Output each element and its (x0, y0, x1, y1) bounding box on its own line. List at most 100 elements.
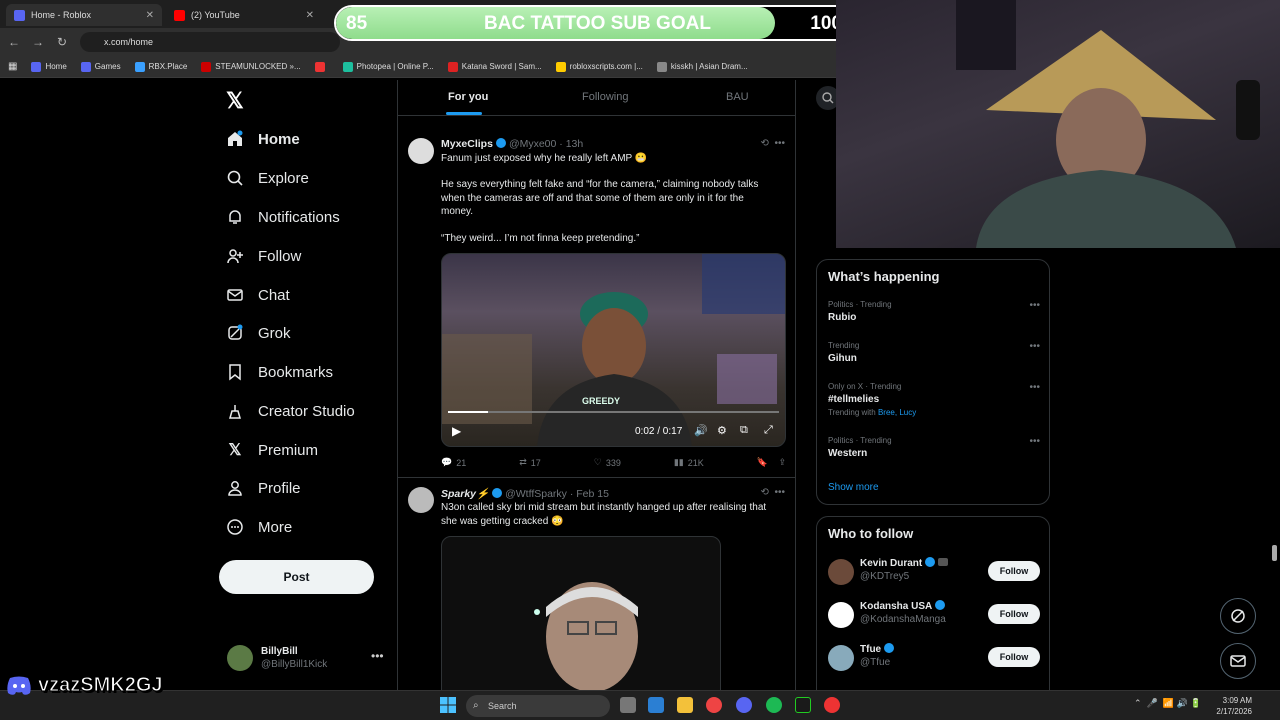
suggestion-name[interactable]: Tfue (860, 644, 881, 655)
follow-suggestion[interactable]: Tfue @Tfue Follow (828, 643, 1040, 673)
avatar[interactable] (828, 645, 854, 671)
nav-home[interactable]: Home (226, 125, 300, 153)
close-tab-icon[interactable]: ✕ (146, 10, 154, 21)
video-scrubber[interactable] (448, 411, 779, 413)
bookmark-item[interactable]: RBX.Place (134, 61, 187, 72)
trend-item[interactable]: Politics · Trending Rubio ••• (828, 300, 1040, 323)
tweet-time[interactable]: Feb 15 (576, 488, 609, 500)
like-button[interactable]: ♡ 339 (594, 457, 621, 468)
clock[interactable]: 3:09 AM 2/17/2026 (1206, 695, 1252, 717)
settings-gear-icon[interactable]: ⚙ (717, 424, 727, 437)
nav-bookmarks[interactable]: Bookmarks (226, 358, 333, 386)
tweet-author-name[interactable]: MyxeClips (441, 138, 493, 150)
forward-icon[interactable]: → (30, 34, 46, 50)
tweet[interactable]: Sparky⚡ @WtffSparky · Feb 15 ⟲ ••• N3on c… (398, 479, 795, 690)
post-button[interactable]: Post (219, 560, 374, 594)
nav-notifications[interactable]: Notifications (226, 203, 340, 231)
tweet-handle[interactable]: @Myxe00 (509, 138, 556, 150)
follow-suggestion[interactable]: Kodansha USA @KodanshaManga Follow (828, 600, 1040, 630)
grok-float-button[interactable] (1220, 598, 1256, 634)
nav-creator-studio[interactable]: Creator Studio (226, 397, 355, 425)
bookmark-item[interactable]: robloxscripts.com |... (555, 61, 643, 72)
nav-premium[interactable]: 𝕏 Premium (226, 436, 318, 464)
messages-float-button[interactable] (1220, 643, 1256, 679)
app-icon[interactable] (795, 697, 811, 713)
bookmark-item[interactable]: kisskh | Asian Dram... (656, 61, 748, 72)
follow-button[interactable]: Follow (988, 561, 1040, 581)
tab-youtube[interactable]: (2) YouTube ✕ (166, 4, 322, 26)
share-icon[interactable]: ⇪ (778, 457, 786, 468)
trend-item[interactable]: Politics · Trending Western ••• (828, 436, 1040, 459)
tab-roblox[interactable]: Home - Roblox ✕ (6, 4, 162, 26)
reload-icon[interactable]: ↻ (54, 34, 70, 50)
spotify-icon[interactable] (766, 697, 782, 713)
follow-button[interactable]: Follow (988, 604, 1040, 624)
more-options-icon[interactable]: ••• (371, 649, 384, 663)
nav-follow[interactable]: Follow (226, 242, 301, 270)
more-options-icon[interactable]: ••• (1029, 300, 1040, 311)
nav-profile[interactable]: Profile (226, 474, 301, 502)
discord-icon[interactable] (736, 697, 752, 713)
trend-item[interactable]: Trending Gihun ••• (828, 341, 1040, 364)
bookmark-item[interactable]: Katana Sword | Sam... (447, 61, 542, 72)
bookmark-item[interactable]: Photopea | Online P... (342, 61, 434, 72)
tweet-time[interactable]: 13h (566, 138, 584, 150)
views-button[interactable]: ▮▮ 21K (674, 457, 704, 468)
taskbar-search[interactable]: ⌕ Search (466, 695, 610, 717)
video-player[interactable] (441, 536, 721, 690)
more-options-icon[interactable]: ••• (774, 138, 785, 149)
nav-more[interactable]: More (226, 513, 292, 541)
trend-with-names[interactable]: Bree, Lucy (878, 408, 916, 417)
trend-item[interactable]: Only on X · Trending #tellmelies Trendin… (828, 382, 1040, 417)
taskview-icon[interactable] (620, 697, 636, 713)
bookmark-item[interactable]: Games (80, 61, 121, 72)
grok-icon[interactable]: ⟲ (761, 487, 769, 498)
page-scrollbar-thumb[interactable] (1272, 545, 1277, 561)
account-switcher[interactable]: BillyBill @BillyBill1Kick ••• (227, 645, 387, 673)
file-explorer-icon[interactable] (677, 697, 693, 713)
follow-suggestion[interactable]: Kevin Durant @KDTrey5 Follow (828, 557, 1040, 587)
tab-bau[interactable]: BAU (726, 91, 749, 103)
avatar[interactable] (408, 138, 434, 164)
tab-following[interactable]: Following (582, 91, 628, 103)
tray-icons[interactable]: ⌃ 🎤 📶 🔊 🔋 (1134, 698, 1201, 709)
tweet[interactable]: MyxeClips @Myxe00 · 13h ⟲ ••• Fanum just … (398, 130, 795, 478)
nav-chat[interactable]: Chat (226, 281, 290, 309)
bookmark-button[interactable]: 🔖 ⇪ (757, 457, 786, 468)
app-icon[interactable] (648, 697, 664, 713)
nav-explore[interactable]: Explore (226, 164, 309, 192)
nav-grok[interactable]: Grok (226, 319, 291, 347)
more-options-icon[interactable]: ••• (774, 487, 785, 498)
repost-button[interactable]: ⇄ 17 (519, 457, 541, 468)
avatar[interactable] (828, 559, 854, 585)
x-logo-icon[interactable]: 𝕏 (226, 88, 244, 114)
tweet-handle[interactable]: @WtffSparky (505, 488, 567, 500)
suggestion-name[interactable]: Kevin Durant (860, 558, 922, 569)
grok-icon[interactable]: ⟲ (761, 138, 769, 149)
apps-grid-icon[interactable]: ▦ (8, 61, 17, 72)
avatar[interactable] (408, 487, 434, 513)
picture-in-picture-icon[interactable]: ⧉ (740, 424, 748, 437)
fullscreen-icon[interactable]: ⤢ (764, 424, 773, 437)
chrome-icon[interactable] (706, 697, 722, 713)
video-player[interactable]: GREEDY ▶ 0:02 / 0:17 🔊 ⚙ ⧉ ⤢ (441, 253, 786, 447)
show-more-link[interactable]: Show more (828, 482, 879, 493)
bookmark-item[interactable]: STEAMUNLOCKED »... (201, 61, 301, 72)
tweet-author-name[interactable]: Sparky⚡ (441, 488, 489, 500)
more-options-icon[interactable]: ••• (1029, 382, 1040, 393)
opera-icon[interactable] (824, 697, 840, 713)
windows-start-icon[interactable] (440, 697, 456, 713)
follow-button[interactable]: Follow (988, 647, 1040, 667)
tab-for-you[interactable]: For you (448, 91, 488, 103)
suggestion-name[interactable]: Kodansha USA (860, 601, 932, 612)
bookmark-item[interactable] (314, 61, 329, 72)
back-icon[interactable]: ← (6, 34, 22, 50)
bookmark-item[interactable]: Home (31, 61, 67, 72)
avatar[interactable] (828, 602, 854, 628)
play-icon[interactable]: ▶ (452, 424, 461, 438)
reply-button[interactable]: 💬 21 (441, 457, 466, 468)
close-tab-icon[interactable]: ✕ (306, 10, 314, 21)
url-field[interactable]: x.com/home (80, 32, 340, 52)
more-options-icon[interactable]: ••• (1029, 436, 1040, 447)
more-options-icon[interactable]: ••• (1029, 341, 1040, 352)
